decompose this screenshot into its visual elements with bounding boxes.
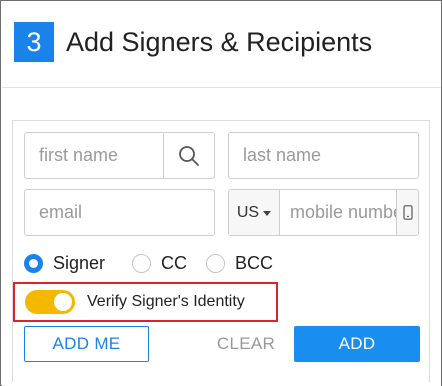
toggle-knob [54,293,72,311]
radio-signer[interactable]: Signer [24,252,105,274]
section-title: Add Signers & Recipients [66,27,373,57]
add-me-button[interactable]: ADD ME [24,326,149,362]
radio-signer-label: Signer [53,252,106,273]
email-field [24,189,215,236]
verify-identity-highlight: Verify Signer's Identity [13,282,278,322]
mobile-phone-button[interactable] [396,190,418,235]
search-contacts-button[interactable] [163,133,214,178]
section-header: 3 Add Signers & Recipients [2,2,441,88]
country-code-label: US [236,203,260,221]
mobile-number-input[interactable] [280,190,397,235]
caret-down-icon [263,210,272,216]
first-name-input[interactable] [25,133,165,178]
radio-cc-label: CC [161,252,187,273]
mobile-number-field: US [228,189,419,236]
email-input[interactable] [25,190,214,235]
signers-panel: 3 Add Signers & Recipients US [0,0,442,386]
add-button[interactable]: ADD [294,326,420,362]
last-name-field [228,132,419,179]
step-number-badge: 3 [14,22,54,62]
radio-cc[interactable]: CC [132,252,187,274]
clear-button[interactable]: CLEAR [204,326,288,362]
radio-button-unchecked[interactable] [206,253,225,273]
verify-identity-label: Verify Signer's Identity [87,293,245,310]
radio-bcc-label: BCC [235,252,274,273]
radio-bcc[interactable]: BCC [206,252,273,274]
first-name-field [24,132,215,179]
radio-button-checked[interactable] [24,253,43,273]
last-name-input[interactable] [229,133,418,178]
radio-button-unchecked[interactable] [132,253,151,273]
verify-identity-toggle[interactable] [25,290,75,314]
mobile-phone-icon [402,205,413,220]
country-code-dropdown[interactable]: US [229,190,280,235]
search-icon [179,145,199,166]
